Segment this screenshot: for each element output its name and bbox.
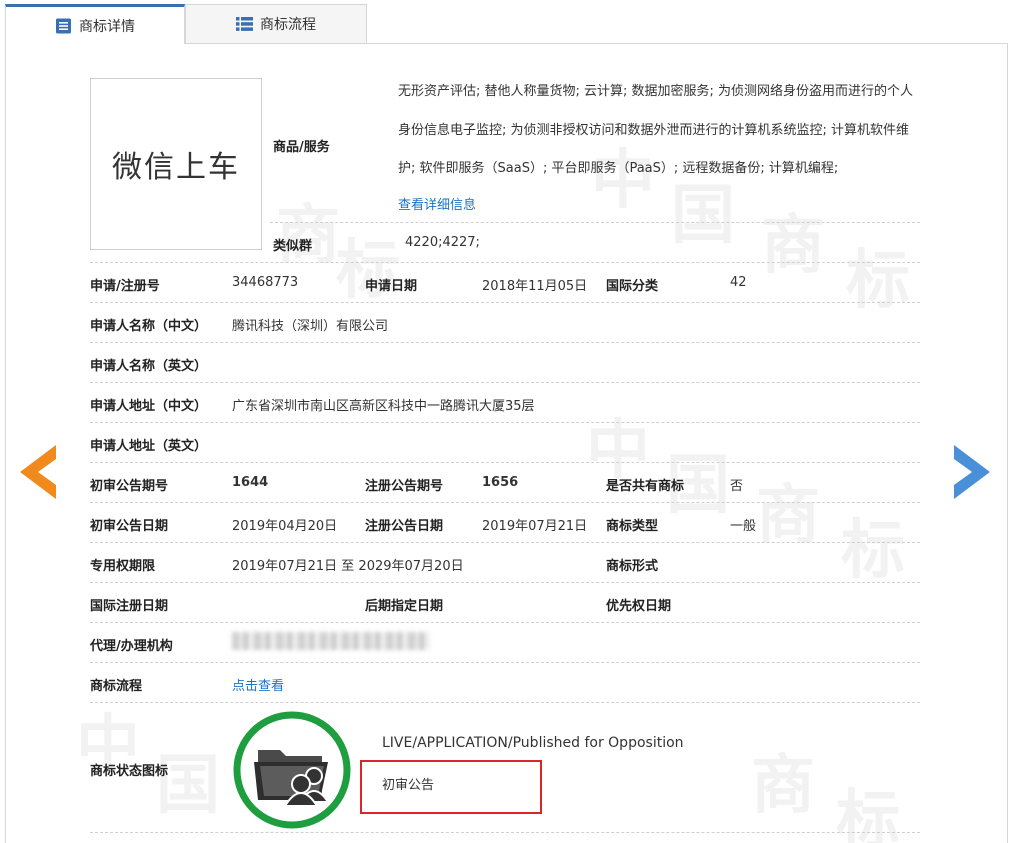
- prelim-issue-value: 1644: [232, 475, 269, 490]
- divider: [90, 342, 920, 343]
- shared-label: 是否共有商标: [606, 479, 685, 494]
- previous-arrow-icon[interactable]: [20, 445, 58, 499]
- watermark: 国: [156, 749, 220, 823]
- divider: [90, 622, 920, 623]
- mark-type-label: 商标类型: [606, 519, 659, 534]
- reg-date-label: 注册公告日期: [365, 519, 444, 534]
- reg-no-label: 申请/注册号: [90, 279, 160, 294]
- apply-date-value: 2018年11月05日: [482, 279, 588, 294]
- view-details-link[interactable]: 查看详细信息: [398, 194, 476, 213]
- trademark-image: 微信上车: [90, 78, 262, 250]
- watermark: 标: [846, 244, 910, 318]
- goods-label: 商品/服务: [273, 140, 330, 155]
- watermark: 标: [841, 514, 905, 588]
- status-folder-icon: [233, 711, 351, 829]
- status-chinese: 初审公告: [382, 778, 435, 793]
- divider: [90, 462, 920, 463]
- reg-issue-value: 1656: [482, 475, 519, 490]
- reg-issue-label: 注册公告期号: [365, 479, 444, 494]
- list-icon: [236, 17, 253, 31]
- divider: [90, 542, 920, 543]
- similar-group-label: 类似群: [273, 239, 313, 254]
- prelim-issue-label: 初审公告期号: [90, 479, 169, 494]
- exclusive-period-label: 专用权期限: [90, 559, 156, 574]
- reg-date-value: 2019年07月21日: [482, 519, 588, 534]
- prelim-date-label: 初审公告日期: [90, 519, 169, 534]
- shared-value: 否: [730, 479, 744, 494]
- intl-class-value: 42: [730, 275, 747, 290]
- divider: [90, 702, 920, 703]
- divider: [90, 262, 920, 263]
- status-english: LIVE/APPLICATION/Published for Oppositio…: [382, 735, 684, 751]
- divider: [90, 582, 920, 583]
- agent-label: 代理/办理机构: [90, 639, 173, 654]
- intl-reg-date-label: 国际注册日期: [90, 599, 169, 614]
- divider: [90, 662, 920, 663]
- divider: [90, 832, 920, 833]
- tab-trademark-process[interactable]: 商标流程: [185, 4, 367, 44]
- view-process-link[interactable]: 点击查看: [232, 675, 284, 694]
- document-icon: [56, 18, 71, 33]
- agent-value-redacted: [232, 632, 430, 650]
- goods-text: 无形资产评估; 替他人称量货物; 云计算; 数据加密服务; 为侦测网络身份盗用而…: [398, 84, 914, 176]
- process-label: 商标流程: [90, 679, 143, 694]
- mark-form-label: 商标形式: [606, 559, 659, 574]
- divider: [90, 302, 920, 303]
- address-cn-label: 申请人地址（中文）: [90, 399, 208, 414]
- prelim-date-value: 2019年04月20日: [232, 519, 338, 534]
- tab-label: 商标流程: [260, 17, 316, 33]
- similar-group-value: 4220;4227;: [405, 235, 480, 250]
- divider: [90, 422, 920, 423]
- next-arrow-icon[interactable]: [952, 445, 990, 499]
- address-en-label: 申请人地址（英文）: [90, 439, 208, 454]
- applicant-cn-label: 申请人名称（中文）: [90, 319, 208, 334]
- intl-class-label: 国际分类: [606, 279, 659, 294]
- divider: [90, 502, 920, 503]
- later-designation-label: 后期指定日期: [365, 599, 444, 614]
- mark-type-value: 一般: [730, 519, 757, 534]
- priority-date-label: 优先权日期: [606, 599, 672, 614]
- tab-bar: 商标详情 商标流程: [5, 4, 367, 44]
- tab-label: 商标详情: [79, 18, 135, 35]
- watermark: 商: [761, 209, 825, 283]
- address-cn-value: 广东省深圳市南山区高新区科技中一路腾讯大厦35层: [232, 399, 535, 414]
- apply-date-label: 申请日期: [365, 279, 418, 294]
- tab-trademark-details[interactable]: 商标详情: [5, 4, 185, 44]
- trademark-image-text: 微信上车: [112, 150, 240, 185]
- status-icon-label: 商标状态图标: [90, 764, 169, 779]
- divider: [90, 382, 920, 383]
- divider: [270, 222, 920, 223]
- applicant-en-label: 申请人名称（英文）: [90, 359, 208, 374]
- watermark: 商: [751, 749, 815, 823]
- applicant-cn-value: 腾讯科技（深圳）有限公司: [232, 319, 389, 334]
- reg-no-value: 34468773: [232, 275, 299, 290]
- watermark: 标: [336, 234, 400, 308]
- exclusive-period-value: 2019年07月21日 至 2029年07月20日: [232, 559, 464, 574]
